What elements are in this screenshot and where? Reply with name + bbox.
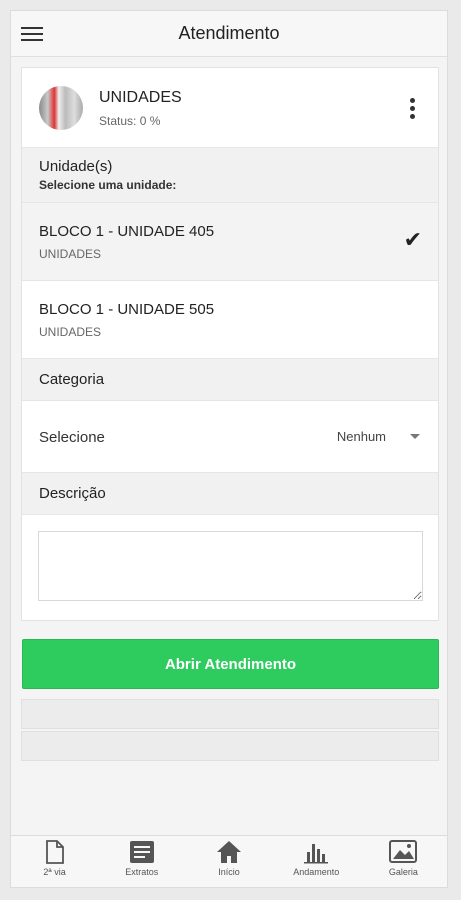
- nav-andamento[interactable]: Andamento: [273, 836, 360, 887]
- nav-label: Extratos: [125, 867, 159, 877]
- document-icon: [45, 840, 64, 864]
- category-select-label: Selecione: [39, 429, 105, 446]
- bottom-navigation: 2ª via Extratos Início Andamento Galeria: [11, 835, 447, 887]
- unit-item-label: BLOCO 1 - UNIDADE 505: [39, 301, 215, 318]
- unit-item-sub: UNIDADES: [39, 247, 102, 261]
- empty-row: [21, 731, 439, 761]
- category-select[interactable]: Selecione Nenhum: [22, 401, 438, 473]
- dropdown-arrow-icon: [410, 434, 420, 439]
- app-window: Atendimento UNIDADES Status: 0 % Unidade…: [10, 10, 448, 888]
- nav-label: Início: [218, 867, 240, 877]
- category-heading: Categoria: [39, 371, 105, 388]
- unit-item-sub: UNIDADES: [39, 325, 102, 339]
- units-section-header: Unidade(s) Selecione uma unidade:: [22, 148, 438, 203]
- unit-status: Status: 0 %: [99, 114, 161, 128]
- unit-list-item[interactable]: BLOCO 1 - UNIDADE 405 UNIDADES ✔: [22, 203, 438, 281]
- ticket-card: UNIDADES Status: 0 % Unidade(s) Selecion…: [21, 67, 439, 621]
- units-subheading: Selecione uma unidade:: [39, 178, 177, 192]
- more-options-icon[interactable]: [408, 98, 416, 122]
- category-select-value: Nenhum: [336, 429, 386, 444]
- nav-galeria[interactable]: Galeria: [360, 836, 447, 887]
- units-heading: Unidade(s): [39, 158, 113, 175]
- open-ticket-button[interactable]: Abrir Atendimento: [22, 639, 439, 689]
- nav-extratos[interactable]: Extratos: [98, 836, 185, 887]
- description-heading: Descrição: [39, 485, 106, 502]
- nav-inicio[interactable]: Início: [185, 836, 272, 887]
- statement-icon: [129, 841, 154, 863]
- condo-logo-icon: [39, 86, 83, 130]
- unit-name: UNIDADES: [99, 89, 182, 106]
- empty-row: [21, 699, 439, 729]
- gallery-icon: [389, 840, 418, 863]
- nav-segunda-via[interactable]: 2ª via: [11, 836, 98, 887]
- home-icon: [217, 841, 241, 863]
- description-textarea[interactable]: [38, 531, 423, 601]
- unit-header: UNIDADES Status: 0 %: [22, 68, 438, 148]
- category-section-header: Categoria: [22, 359, 438, 401]
- nav-label: Galeria: [388, 867, 418, 877]
- nav-label: 2ª via: [43, 867, 66, 877]
- unit-list-item[interactable]: BLOCO 1 - UNIDADE 505 UNIDADES: [22, 281, 438, 359]
- description-wrapper: [22, 515, 438, 620]
- checkmark-icon: ✔: [403, 227, 422, 252]
- nav-label: Andamento: [293, 867, 340, 877]
- top-bar: Atendimento: [11, 11, 447, 57]
- description-section-header: Descrição: [22, 473, 438, 515]
- page-title: Atendimento: [178, 23, 280, 43]
- unit-item-label: BLOCO 1 - UNIDADE 405: [39, 223, 215, 240]
- bar-chart-icon: [304, 844, 329, 864]
